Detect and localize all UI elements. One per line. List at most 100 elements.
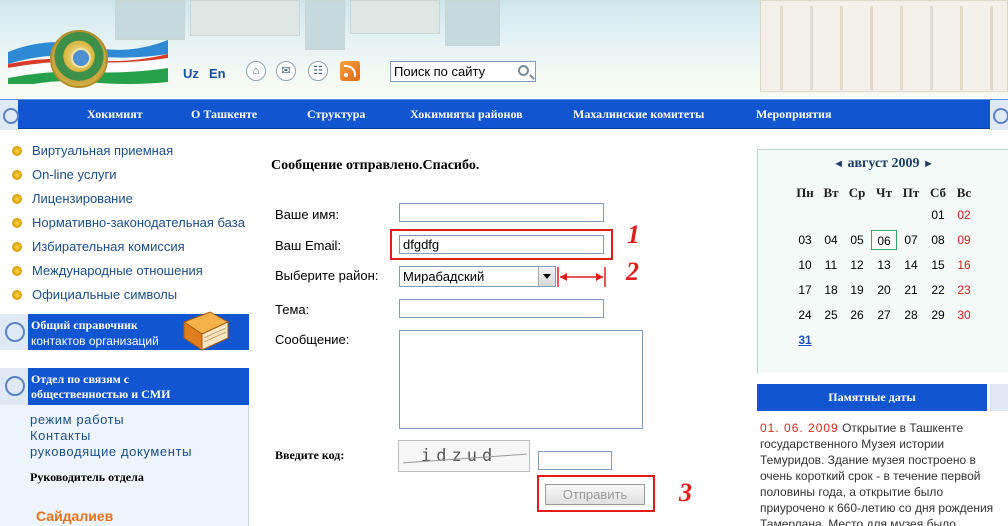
header-ornament <box>990 384 1008 411</box>
calendar-day[interactable]: 21 <box>898 280 924 300</box>
weekday-label: Чт <box>876 185 892 200</box>
calendar-day[interactable]: 27 <box>871 305 897 325</box>
sidebar-link-virtual-reception[interactable]: Виртуальная приемная <box>12 143 173 158</box>
nav-ornament <box>990 100 1008 130</box>
dept-head-label: Руководитель отдела <box>30 470 144 484</box>
sidebar-link-international-relations[interactable]: Международные отношения <box>12 263 203 278</box>
weekday-label: Пн <box>796 185 814 200</box>
dept-link-documents[interactable]: руководящие документы <box>30 444 192 459</box>
calendar-day[interactable]: 22 <box>925 280 951 300</box>
bullet-icon <box>12 194 22 204</box>
calendar-day[interactable]: 07 <box>898 230 924 250</box>
calendar-day[interactable]: 02 <box>951 205 977 225</box>
calendar-day[interactable]: 09 <box>951 230 977 250</box>
sidebar-link-online-services[interactable]: On-line услуги <box>12 167 116 182</box>
nav-item-district-hokimiyats[interactable]: Хокимияты районов <box>410 107 523 122</box>
sidebar-link-election-commission[interactable]: Избирательная комиссия <box>12 239 185 254</box>
calendar-day[interactable]: 15 <box>925 255 951 275</box>
state-emblem-logo[interactable] <box>50 30 108 88</box>
media-dept-banner: Отдел по связям с общественностью и СМИ <box>0 368 249 405</box>
prev-month-icon[interactable]: ◄ <box>833 158 844 170</box>
calendar-day[interactable]: 05 <box>844 230 870 250</box>
subject-field[interactable] <box>399 299 604 318</box>
directory-banner[interactable]: Общий справочник контактов организаций <box>0 311 249 351</box>
calendar-header: ◄ август 2009 ► <box>758 156 1008 172</box>
home-icon[interactable]: ⌂ <box>246 61 266 81</box>
chevron-down-icon[interactable] <box>538 267 555 286</box>
district-select[interactable]: Мирабадский <box>399 266 556 287</box>
code-label: Введите код: <box>275 448 345 462</box>
sidebar-link-legal-base[interactable]: Нормативно-законодательная база <box>12 215 245 230</box>
calendar-day[interactable]: 04 <box>818 230 844 250</box>
calendar-day[interactable]: 29 <box>925 305 951 325</box>
sitemap-icon[interactable]: ☷ <box>308 61 328 81</box>
bullet-icon <box>12 266 22 276</box>
search-input[interactable] <box>391 62 511 81</box>
nav-item-structure[interactable]: Структура <box>307 107 365 122</box>
calendar-day[interactable]: 23 <box>951 280 977 300</box>
email-label: Ваш Email: <box>275 238 342 253</box>
lang-uz-link[interactable]: Uz <box>183 66 199 81</box>
dept-head-name[interactable]: Сайдалиев <box>36 508 113 524</box>
message-label: Сообщение: <box>275 332 350 347</box>
annotation-number-3: 3 <box>679 478 692 507</box>
header-building <box>190 0 300 36</box>
calendar-day[interactable]: 30 <box>951 305 977 325</box>
site-header: Uz En ⌂ ✉ ☷ <box>0 0 1008 97</box>
bullet-icon <box>12 170 22 180</box>
district-label: Выберите район: <box>275 268 379 283</box>
header-building <box>445 0 500 46</box>
memorable-dates-entry: 01. 06. 2009 Открытие в Ташкенте государ… <box>760 420 1000 526</box>
calendar-day[interactable]: 14 <box>898 255 924 275</box>
nav-item-mahalla-committees[interactable]: Махалинские комитеты <box>573 107 704 122</box>
calendar-day[interactable]: 25 <box>818 305 844 325</box>
mail-icon[interactable]: ✉ <box>276 61 296 81</box>
width-arrow-annotation <box>557 267 606 287</box>
nav-item-events[interactable]: Мероприятия <box>756 107 831 122</box>
calendar-day[interactable]: 24 <box>792 305 818 325</box>
directory-title: Общий справочник <box>31 318 138 332</box>
sidebar-link-official-symbols[interactable]: Официальные символы <box>12 287 177 302</box>
memorable-date[interactable]: 01. 06. 2009 <box>760 421 839 435</box>
message-textarea[interactable] <box>399 330 643 429</box>
annotation-box-1 <box>390 229 613 260</box>
dept-link-schedule[interactable]: режим работы <box>30 412 124 427</box>
calendar-day[interactable]: 10 <box>792 255 818 275</box>
calendar-day[interactable]: 12 <box>844 255 870 275</box>
calendar-day[interactable]: 08 <box>925 230 951 250</box>
calendar-day[interactable]: 31 <box>792 330 818 350</box>
calendar-day[interactable]: 18 <box>818 280 844 300</box>
nav-item-about-tashkent[interactable]: О Ташкенте <box>191 107 257 122</box>
calendar-day[interactable]: 03 <box>792 230 818 250</box>
calendar-month-label: август 2009 <box>847 156 920 171</box>
calendar-day[interactable]: 19 <box>844 280 870 300</box>
name-label: Ваше имя: <box>275 207 340 222</box>
banner-ornament <box>0 368 28 405</box>
calendar-day[interactable]: 28 <box>898 305 924 325</box>
header-building <box>305 0 345 50</box>
calendar-day[interactable]: 20 <box>871 280 897 300</box>
sidebar-link-licensing[interactable]: Лицензирование <box>12 191 133 206</box>
memorable-dates-header: Памятные даты <box>757 384 987 411</box>
bullet-icon <box>12 218 22 228</box>
annotation-number-2: 2 <box>626 257 639 286</box>
calendar-day[interactable]: 01 <box>925 205 951 225</box>
calendar-day[interactable]: 26 <box>844 305 870 325</box>
lang-en-link[interactable]: En <box>209 66 226 81</box>
code-input[interactable] <box>538 451 612 470</box>
main-nav: Хокимият О Ташкенте Структура Хокимияты … <box>0 99 1008 130</box>
next-month-icon[interactable]: ► <box>923 158 934 170</box>
nav-item-hokimiyat[interactable]: Хокимият <box>87 107 143 122</box>
calendar-day[interactable]: 16 <box>951 255 977 275</box>
dept-link-contacts[interactable]: Контакты <box>30 428 91 443</box>
rss-icon[interactable] <box>340 61 360 81</box>
calendar-day[interactable]: 06 <box>871 230 897 250</box>
calendar-day[interactable]: 13 <box>871 255 897 275</box>
name-field[interactable] <box>399 203 604 222</box>
search-icon[interactable] <box>518 65 529 76</box>
weekday-label: Пт <box>902 185 920 200</box>
header-building-columns <box>760 0 1008 92</box>
calendar-day[interactable]: 11 <box>818 255 844 275</box>
calendar-day[interactable]: 17 <box>792 280 818 300</box>
weekday-label: Вт <box>823 185 839 200</box>
